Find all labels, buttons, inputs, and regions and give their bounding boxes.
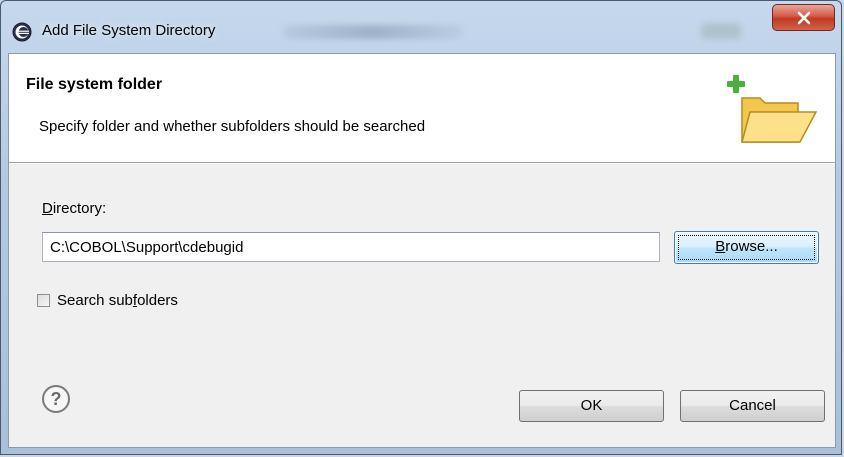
banner-description: Specify folder and whether subfolders sh… — [39, 118, 426, 135]
directory-label: Directory: — [42, 200, 106, 217]
ok-button[interactable]: OK — [519, 390, 664, 422]
close-button[interactable] — [772, 4, 835, 31]
title-area: File system folder Specify folder and wh… — [9, 54, 835, 162]
cancel-button[interactable]: Cancel — [680, 390, 825, 422]
banner-separator-highlight — [9, 163, 835, 164]
title-background-blur-right — [701, 23, 741, 39]
banner-title: File system folder — [26, 76, 163, 93]
help-icon[interactable]: ? — [41, 384, 71, 414]
search-subfolders-label-post: olders — [137, 292, 178, 309]
title-background-blur — [283, 25, 463, 39]
browse-button[interactable]: Browse... — [674, 231, 819, 264]
search-subfolders-label[interactable]: Search subfolders — [57, 292, 178, 309]
search-subfolders-label-pre: Search sub — [57, 292, 133, 309]
title-bar[interactable]: Add File System Directory — [1, 1, 841, 53]
window-title: Add File System Directory — [42, 22, 216, 39]
close-x-icon — [797, 11, 811, 25]
directory-label-post: irectory: — [52, 200, 107, 217]
directory-input[interactable] — [42, 232, 660, 262]
svg-text:?: ? — [51, 389, 62, 409]
eclipse-icon — [12, 22, 32, 42]
browse-focus-rect — [678, 235, 815, 260]
new-folder-icon — [727, 75, 818, 143]
dialog-window: Add File System Directory File system fo… — [0, 0, 842, 455]
dialog-client-area: File system folder Specify folder and wh… — [8, 53, 836, 448]
search-subfolders-checkbox[interactable] — [37, 294, 50, 307]
directory-label-mnemonic: D — [42, 200, 53, 217]
